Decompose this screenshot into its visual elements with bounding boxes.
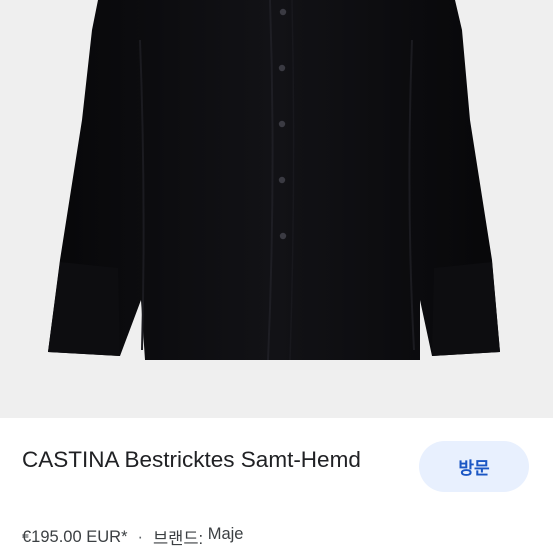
visit-button[interactable]: 방문 [419,441,529,492]
button-4 [278,176,286,184]
brand-info: 브랜드: Maje [153,525,243,549]
brand-label: 브랜드: [153,530,204,548]
brand-name: Maje [207,525,244,543]
product-meta: €195.00 EUR* · 브랜드: Maje [22,525,243,549]
meta-separator: · [137,527,144,546]
product-info-panel: CASTINA Bestricktes Samt-Hemd 방문 €195.00… [0,418,553,553]
black-velvet-shirt-photo [48,0,500,361]
button-1 [279,8,287,16]
button-5 [279,232,287,240]
button-3 [278,120,286,128]
left-cuff [48,262,120,356]
product-price: €195.00 EUR* [22,527,128,546]
product-title[interactable]: CASTINA Bestricktes Samt-Hemd [22,442,362,478]
button-2 [278,64,286,72]
right-cuff [432,262,500,356]
product-image[interactable] [0,0,553,418]
